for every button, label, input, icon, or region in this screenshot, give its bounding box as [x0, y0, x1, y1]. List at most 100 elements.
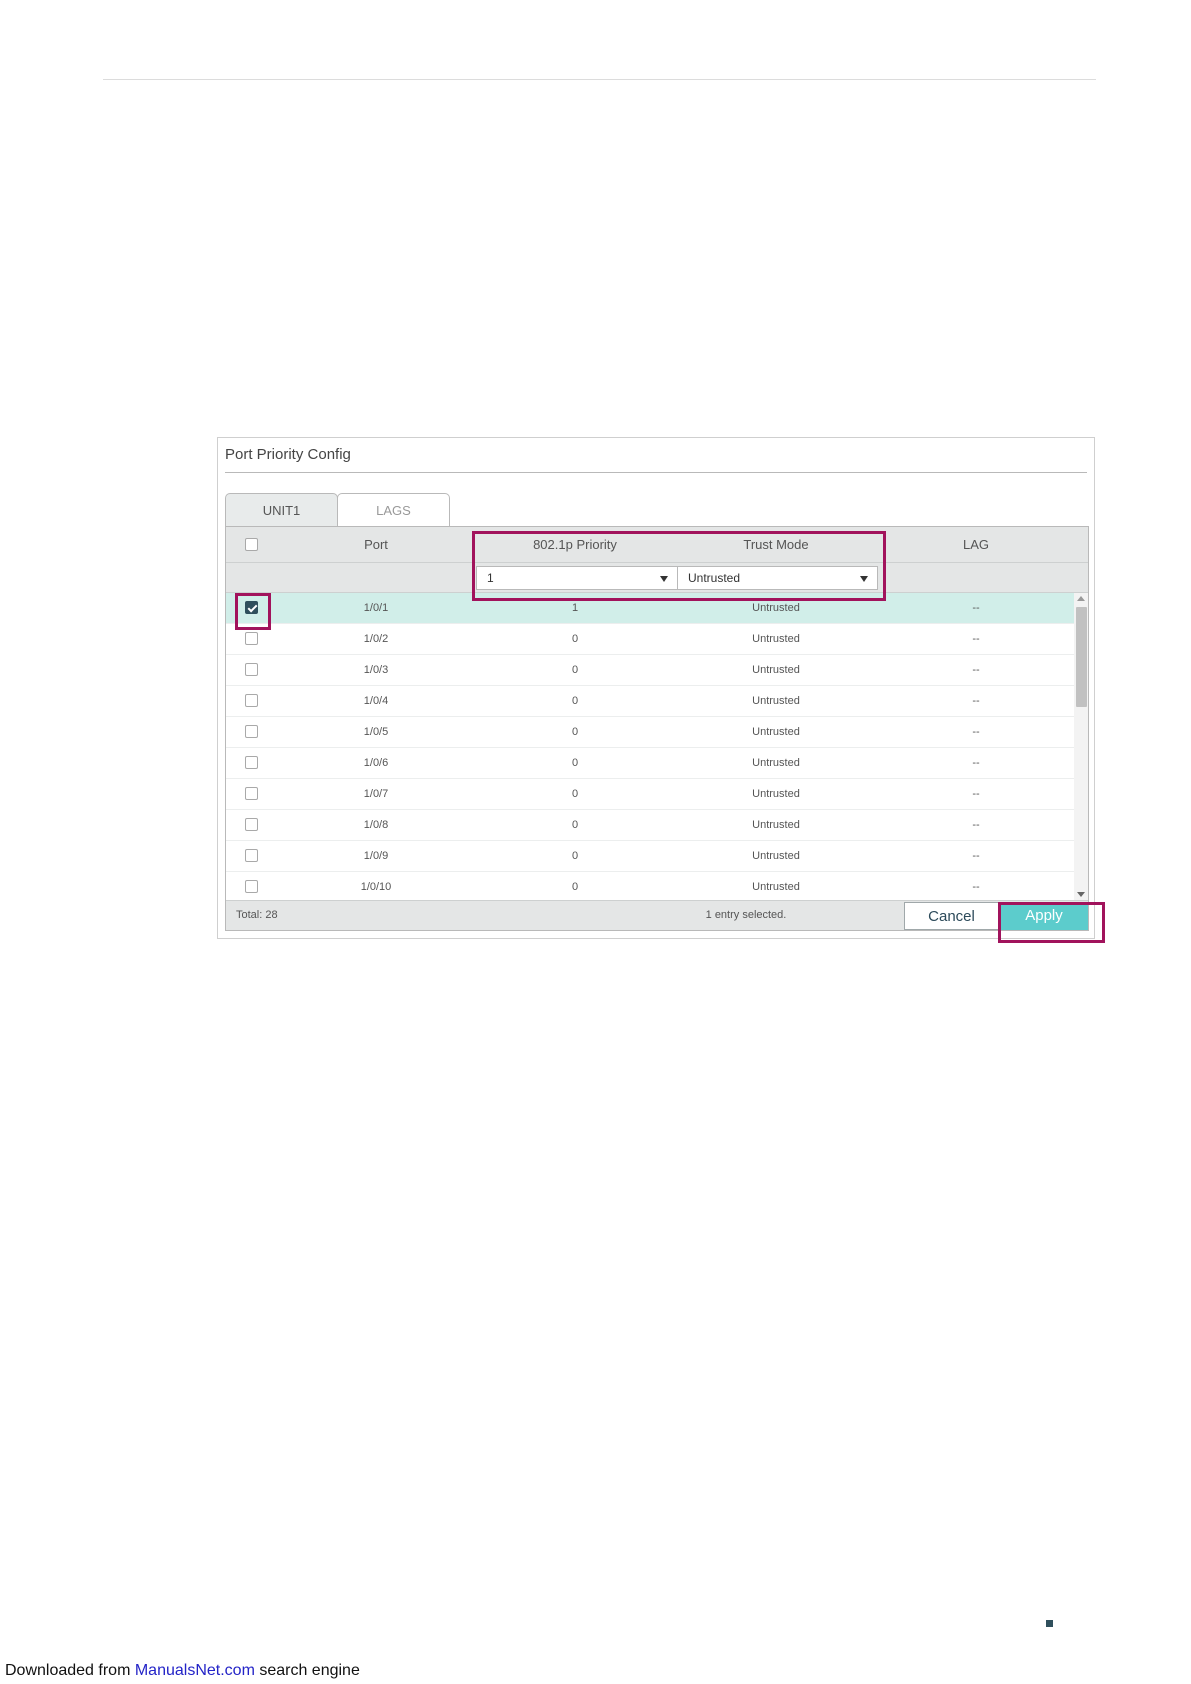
row-checkbox-cell	[234, 872, 268, 900]
lag-cell: --	[972, 819, 980, 831]
trust-mode-cell: Untrusted	[752, 788, 800, 800]
row-checkbox[interactable]	[245, 849, 258, 862]
priority-cell: 0	[571, 726, 579, 738]
lag-cell: --	[972, 633, 980, 645]
port-cell: 1/0/9	[363, 850, 389, 862]
col-lag[interactable]: LAG	[876, 527, 1076, 563]
priority-cell: 0	[571, 664, 579, 676]
priority-cell: 0	[571, 850, 579, 862]
row-checkbox[interactable]	[245, 880, 258, 893]
row-checkbox-cell	[234, 624, 268, 654]
top-divider	[103, 79, 1096, 80]
trust-select-value: Untrusted	[688, 571, 741, 585]
row-checkbox[interactable]	[245, 632, 258, 645]
col-trust-mode[interactable]: Trust Mode	[676, 527, 876, 563]
table-row[interactable]: 1/0/5 0 Untrusted --	[226, 717, 1074, 748]
chevron-down-icon	[860, 576, 868, 582]
row-checkbox-cell	[234, 686, 268, 716]
select-all-checkbox[interactable]	[245, 538, 258, 551]
trust-mode-cell: Untrusted	[752, 850, 800, 862]
row-checkbox[interactable]	[245, 756, 258, 769]
port-cell: 1/0/3	[363, 664, 389, 676]
lag-cell: --	[972, 850, 980, 862]
cancel-button[interactable]: Cancel	[904, 902, 999, 930]
lag-cell: --	[972, 757, 980, 769]
trust-mode-cell: Untrusted	[752, 695, 800, 707]
page-marker	[1046, 1620, 1053, 1627]
tab-lags[interactable]: LAGS	[337, 493, 450, 526]
port-cell: 1/0/6	[363, 757, 389, 769]
table-body: 1/0/1 1 Untrusted -- 1/0/2 0 Untrusted -- 1/0/3 0…	[226, 593, 1074, 900]
scroll-thumb[interactable]	[1076, 607, 1087, 707]
trust-mode-cell: Untrusted	[752, 602, 800, 614]
manualsnet-link[interactable]: ManualsNet.com	[135, 1662, 255, 1679]
table-row[interactable]: 1/0/4 0 Untrusted --	[226, 686, 1074, 717]
scroll-up-icon[interactable]	[1077, 596, 1085, 601]
port-cell: 1/0/5	[363, 726, 389, 738]
lag-cell: --	[972, 788, 980, 800]
port-cell: 1/0/10	[360, 881, 392, 893]
table-row[interactable]: 1/0/2 0 Untrusted --	[226, 624, 1074, 655]
row-checkbox-cell	[234, 655, 268, 685]
priority-cell: 0	[571, 757, 579, 769]
table-row[interactable]: 1/0/10 0 Untrusted --	[226, 872, 1074, 900]
trust-mode-cell: Untrusted	[752, 819, 800, 831]
priority-cell: 0	[571, 695, 579, 707]
table-row[interactable]: 1/0/3 0 Untrusted --	[226, 655, 1074, 686]
apply-button[interactable]: Apply	[1000, 902, 1088, 930]
col-port[interactable]: Port	[268, 527, 484, 563]
port-cell: 1/0/1	[363, 602, 389, 614]
table-row[interactable]: 1/0/7 0 Untrusted --	[226, 779, 1074, 810]
port-cell: 1/0/2	[363, 633, 389, 645]
row-checkbox[interactable]	[245, 694, 258, 707]
footnote-prefix: Downloaded from	[5, 1662, 135, 1679]
vertical-scrollbar[interactable]	[1074, 593, 1088, 900]
table-row[interactable]: 1/0/8 0 Untrusted --	[226, 810, 1074, 841]
priority-select-value: 1	[487, 571, 494, 585]
trust-mode-cell: Untrusted	[752, 633, 800, 645]
row-checkbox[interactable]	[245, 787, 258, 800]
scroll-down-icon[interactable]	[1077, 892, 1085, 897]
lag-cell: --	[972, 664, 980, 676]
chevron-down-icon	[660, 576, 668, 582]
table-row[interactable]: 1/0/9 0 Untrusted --	[226, 841, 1074, 872]
row-checkbox[interactable]	[245, 725, 258, 738]
lag-cell: --	[972, 602, 980, 614]
row-checkbox-cell	[234, 593, 268, 623]
download-footnote: Downloaded from ManualsNet.com search en…	[5, 1662, 360, 1680]
port-cell: 1/0/4	[363, 695, 389, 707]
priority-cell: 1	[571, 602, 579, 614]
total-count: Total: 28	[236, 909, 278, 921]
title-divider	[225, 472, 1087, 473]
lag-cell: --	[972, 881, 980, 893]
col-priority[interactable]: 802.1p Priority	[474, 527, 676, 563]
trust-mode-select[interactable]: Untrusted	[677, 566, 878, 590]
trust-mode-cell: Untrusted	[752, 757, 800, 769]
row-checkbox-cell	[234, 717, 268, 747]
lag-cell: --	[972, 695, 980, 707]
lag-cell: --	[972, 726, 980, 738]
tab-unit1[interactable]: UNIT1	[225, 493, 338, 526]
table-row[interactable]: 1/0/1 1 Untrusted --	[226, 593, 1074, 624]
trust-mode-cell: Untrusted	[752, 664, 800, 676]
priority-cell: 0	[571, 819, 579, 831]
row-checkbox-cell	[234, 841, 268, 871]
row-checkbox[interactable]	[245, 601, 258, 614]
priority-cell: 0	[571, 881, 579, 893]
row-checkbox-cell	[234, 810, 268, 840]
row-checkbox[interactable]	[245, 818, 258, 831]
row-checkbox-cell	[234, 748, 268, 778]
priority-select[interactable]: 1	[476, 566, 678, 590]
trust-mode-cell: Untrusted	[752, 726, 800, 738]
trust-mode-cell: Untrusted	[752, 881, 800, 893]
row-checkbox[interactable]	[245, 663, 258, 676]
port-cell: 1/0/8	[363, 819, 389, 831]
table-footer: Total: 28 1 entry selected. Cancel Apply	[226, 900, 1088, 930]
priority-cell: 0	[571, 633, 579, 645]
panel-title: Port Priority Config	[225, 446, 351, 463]
table-header: Port 802.1p Priority Trust Mode LAG	[226, 527, 1088, 563]
port-table: Port 802.1p Priority Trust Mode LAG 1 Un…	[225, 526, 1089, 931]
table-row[interactable]: 1/0/6 0 Untrusted --	[226, 748, 1074, 779]
footnote-suffix: search engine	[254, 1662, 360, 1679]
filter-row: 1 Untrusted	[226, 563, 1088, 593]
